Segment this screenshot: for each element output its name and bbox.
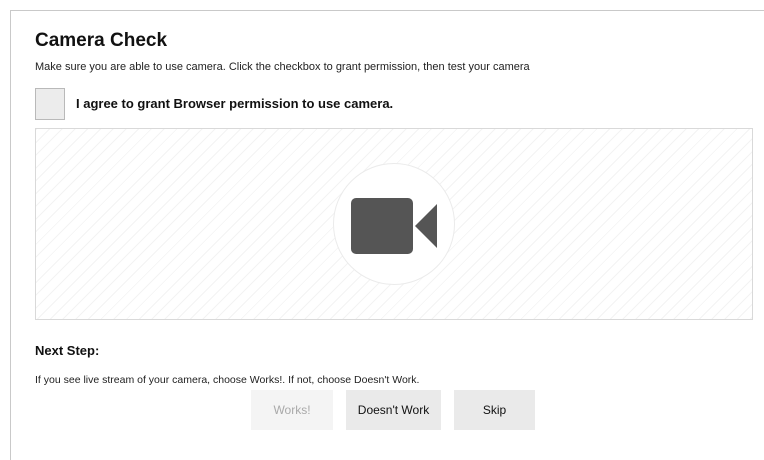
video-camera-icon [351, 198, 437, 254]
consent-checkbox[interactable] [35, 88, 65, 120]
next-step-heading: Next Step: [35, 343, 100, 358]
skip-button[interactable]: Skip [454, 390, 535, 430]
camera-placeholder-circle [333, 163, 455, 285]
doesnt-work-button[interactable]: Doesn't Work [346, 390, 441, 430]
camera-body [351, 198, 413, 254]
page-subtitle: Make sure you are able to use camera. Cl… [35, 61, 530, 73]
page-title: Camera Check [35, 30, 168, 51]
camera-lens [415, 204, 437, 248]
camera-preview [35, 128, 753, 320]
consent-label: I agree to grant Browser permission to u… [76, 96, 394, 111]
next-step-instructions: If you see live stream of your camera, c… [35, 374, 420, 386]
works-button[interactable]: Works! [251, 390, 333, 430]
